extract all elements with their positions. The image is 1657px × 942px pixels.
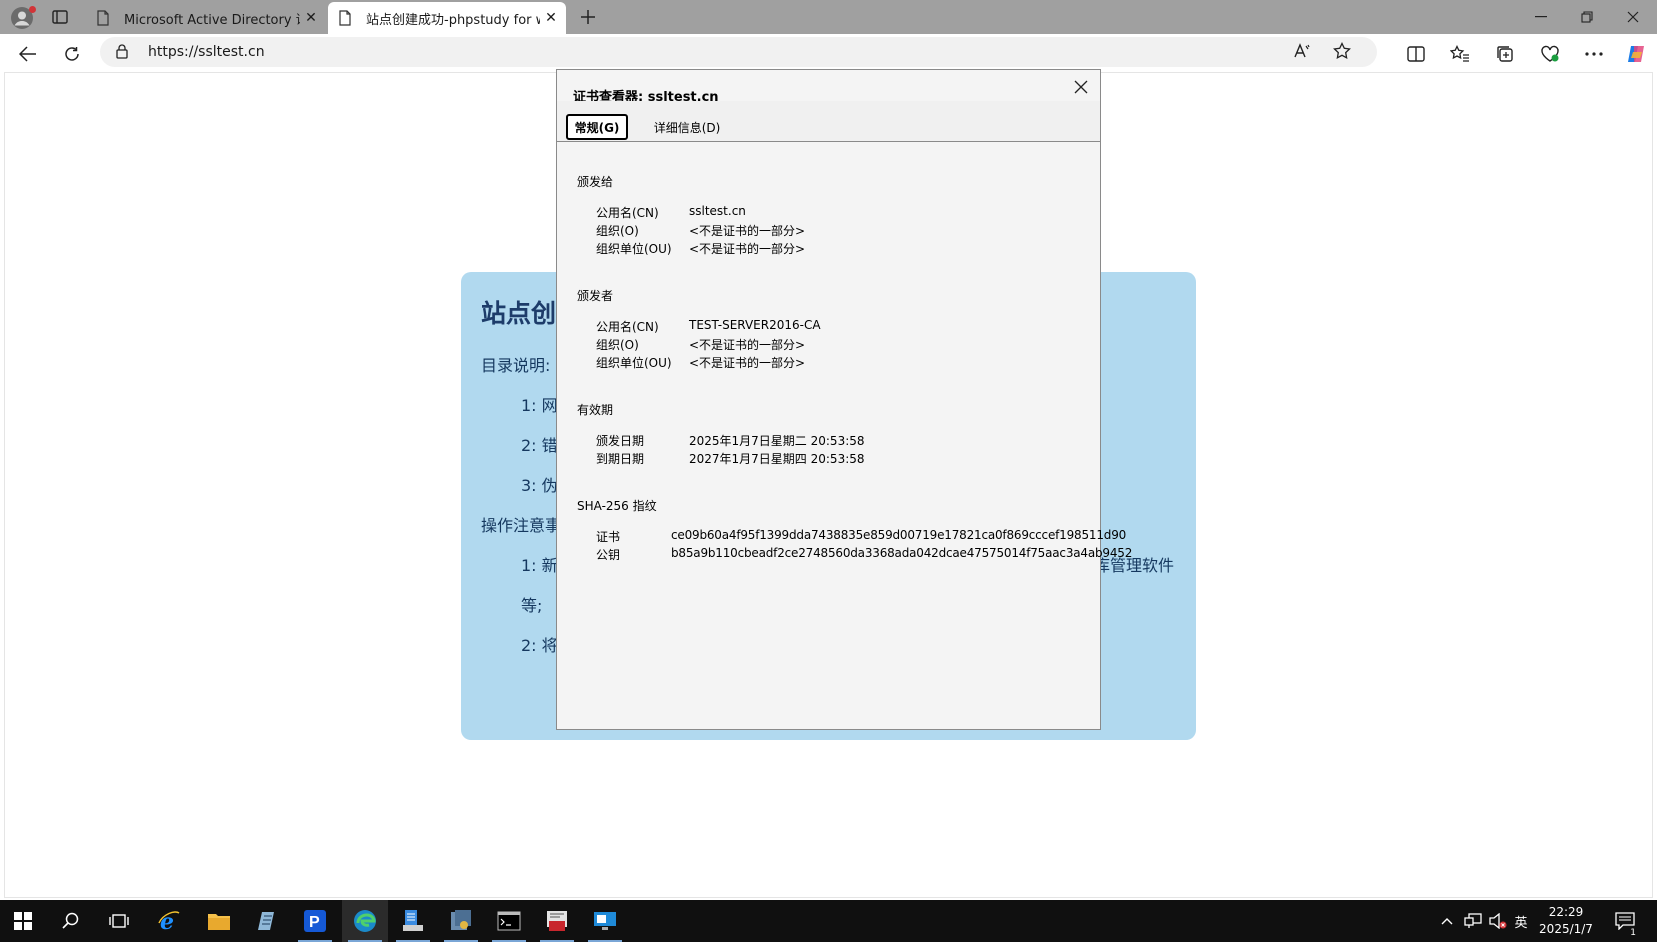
restore-icon[interactable] bbox=[1564, 0, 1610, 34]
public-key-fingerprint-label: 公钥 bbox=[596, 548, 621, 562]
input-method-indicator[interactable]: 英 bbox=[1511, 900, 1531, 942]
list-item: 等; bbox=[521, 596, 543, 615]
issued-to-cn-label: 公用名(CN) bbox=[596, 206, 659, 220]
edge-browser-icon[interactable] bbox=[342, 900, 388, 942]
clock-date: 2025/1/7 bbox=[1539, 922, 1593, 936]
page-icon bbox=[338, 10, 354, 26]
url-text[interactable]: https://ssltest.cn bbox=[148, 44, 265, 60]
search-icon[interactable] bbox=[48, 900, 94, 942]
issued-date-label: 颁发日期 bbox=[596, 434, 645, 448]
favorites-icon[interactable] bbox=[1446, 40, 1474, 68]
issued-to-ou-value: <不是证书的一部分> bbox=[689, 242, 806, 256]
system-clock[interactable]: 22:29 2025/1/7 bbox=[1534, 904, 1598, 938]
issued-to-ou-label: 组织单位(OU) bbox=[596, 242, 672, 256]
network-icon[interactable] bbox=[1461, 900, 1485, 942]
tab-label: Microsoft Active Directory 证书服 bbox=[124, 12, 300, 28]
close-dialog-icon[interactable] bbox=[1070, 76, 1092, 98]
tab-phpstudy-site-created[interactable]: 站点创建成功-phpstudy for windo ✕ bbox=[328, 2, 566, 34]
issued-by-heading: 颁发者 bbox=[577, 289, 614, 303]
issued-date-value: 2025年1月7日星期二 20:53:58 bbox=[689, 434, 865, 448]
cert-fingerprint-value: ce09b60a4f95f1399dda7438835e859d00719e17… bbox=[671, 528, 1127, 542]
browser-tab-strip: Microsoft Active Directory 证书服 ✕ 站点创建成功-… bbox=[0, 0, 1657, 34]
issued-to-heading: 颁发给 bbox=[577, 175, 614, 189]
list-item: 3: 伪 bbox=[521, 476, 558, 495]
tab-actions-icon[interactable] bbox=[48, 6, 72, 28]
start-windows-icon[interactable] bbox=[0, 900, 46, 942]
file-explorer-icon[interactable] bbox=[196, 900, 242, 942]
refresh-icon[interactable] bbox=[58, 40, 86, 68]
address-bar[interactable]: https://ssltest.cn bbox=[100, 37, 1377, 67]
certification-authority-icon[interactable] bbox=[534, 900, 580, 942]
dialog-tab-bar: 常规(G) 详细信息(D) bbox=[557, 101, 1100, 142]
minimize-icon[interactable] bbox=[1518, 0, 1564, 34]
close-tab-icon[interactable]: ✕ bbox=[300, 7, 322, 29]
list-item: 1: 新 bbox=[521, 556, 558, 575]
certificate-viewer-dialog: 证书查看器: ssltest.cn 常规(G) 详细信息(D) 颁发给 公用名(… bbox=[556, 69, 1132, 730]
phpstudy-app-icon[interactable]: P bbox=[292, 900, 338, 942]
tab-ad-certificate-services[interactable]: Microsoft Active Directory 证书服 ✕ bbox=[86, 2, 326, 34]
task-view-icon[interactable] bbox=[96, 900, 142, 942]
issued-by-ou-value: <不是证书的一部分> bbox=[689, 356, 806, 370]
windows-taskbar: e P 英 22:29 2025/1/7 1 bbox=[0, 900, 1657, 942]
server-manager-icon[interactable] bbox=[390, 900, 436, 942]
certificate-manager-icon[interactable] bbox=[438, 900, 484, 942]
tab-details[interactable]: 详细信息(D) bbox=[637, 114, 737, 140]
notification-dot-icon bbox=[29, 6, 36, 13]
split-screen-icon[interactable] bbox=[1402, 40, 1430, 68]
issued-by-o-label: 组织(O) bbox=[596, 338, 639, 352]
tab-label: 站点创建成功-phpstudy for windo bbox=[366, 12, 540, 28]
copilot-icon[interactable] bbox=[1622, 40, 1650, 68]
list-item: 2: 将 bbox=[521, 636, 558, 655]
page-icon bbox=[96, 10, 112, 26]
expiry-date-label: 到期日期 bbox=[596, 452, 645, 466]
back-arrow-icon[interactable] bbox=[14, 40, 42, 68]
card-title: 站点创 bbox=[481, 299, 557, 328]
notepad-app-icon[interactable] bbox=[244, 900, 290, 942]
action-center-icon[interactable]: 1 bbox=[1610, 900, 1640, 942]
new-tab-plus-icon[interactable] bbox=[576, 5, 600, 29]
volume-muted-icon[interactable] bbox=[1486, 900, 1510, 942]
list-item: 1: 网 bbox=[521, 396, 558, 415]
show-hidden-icons-chevron-icon[interactable] bbox=[1436, 900, 1458, 942]
collections-icon[interactable] bbox=[1491, 40, 1519, 68]
directory-description-label: 目录说明: bbox=[481, 356, 551, 375]
issued-by-cn-value: TEST-SERVER2016-CA bbox=[689, 318, 821, 332]
expiry-date-value: 2027年1月7日星期四 20:53:58 bbox=[689, 452, 865, 466]
issued-by-cn-label: 公用名(CN) bbox=[596, 320, 659, 334]
command-prompt-icon[interactable] bbox=[486, 900, 532, 942]
issued-to-o-label: 组织(O) bbox=[596, 224, 639, 238]
browser-toolbar: https://ssltest.cn bbox=[0, 34, 1657, 72]
read-aloud-icon[interactable] bbox=[1293, 42, 1311, 64]
issued-to-cn-value: ssltest.cn bbox=[689, 204, 746, 218]
internet-explorer-icon[interactable]: e bbox=[146, 900, 192, 942]
public-key-fingerprint-value: b85a9b110cbeadf2ce2748560da3368ada042dca… bbox=[671, 546, 1133, 560]
favorite-star-icon[interactable] bbox=[1333, 41, 1351, 64]
issued-by-ou-label: 组织单位(OU) bbox=[596, 356, 672, 370]
remote-desktop-icon[interactable] bbox=[582, 900, 628, 942]
tab-general[interactable]: 常规(G) bbox=[566, 114, 628, 140]
svg-text:P: P bbox=[309, 914, 320, 931]
profile-avatar-icon[interactable] bbox=[8, 4, 36, 32]
notification-count: 1 bbox=[1630, 928, 1636, 938]
clock-time: 22:29 bbox=[1548, 905, 1584, 919]
cert-fingerprint-label: 证书 bbox=[596, 530, 621, 544]
operation-notes-label: 操作注意事 bbox=[481, 516, 562, 535]
fingerprints-heading: SHA-256 指纹 bbox=[577, 499, 657, 513]
close-window-icon[interactable] bbox=[1610, 0, 1656, 34]
issued-by-o-value: <不是证书的一部分> bbox=[689, 338, 806, 352]
issued-to-o-value: <不是证书的一部分> bbox=[689, 224, 806, 238]
lock-icon[interactable] bbox=[116, 44, 128, 63]
validity-heading: 有效期 bbox=[577, 403, 614, 417]
more-menu-icon[interactable] bbox=[1580, 40, 1608, 68]
close-tab-icon[interactable]: ✕ bbox=[540, 7, 562, 29]
browser-essentials-icon[interactable] bbox=[1536, 40, 1564, 68]
list-item: 2: 错 bbox=[521, 436, 558, 455]
